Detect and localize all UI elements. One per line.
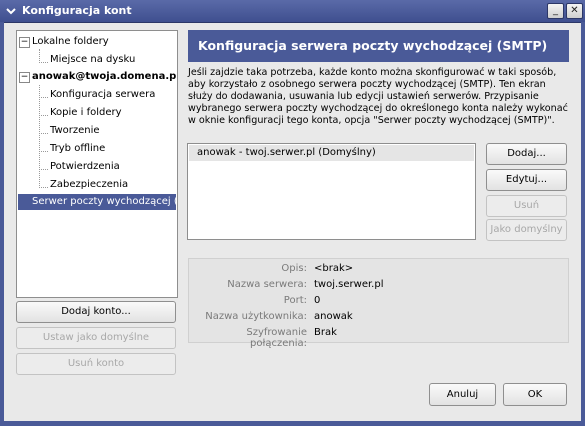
smtp-server-list[interactable]: anowak - twoj.serwer.pl (Domyślny) [187,143,476,240]
remove-server-label: Usuń [513,200,540,211]
collapse-icon[interactable]: − [19,72,30,83]
panel-header-title: Konfiguracja serwera poczty wychodzącej … [198,38,548,53]
detail-label-username: Nazwa użytkownika: [205,311,307,322]
add-account-label: Dodaj konto... [61,306,131,317]
window-frame-bottom [0,421,585,426]
tree-connector [39,115,48,116]
tree-connector [39,169,48,170]
list-item[interactable]: anowak - twoj.serwer.pl (Domyślny) [189,145,474,161]
tree-connector [39,151,48,152]
tree-item-label: Miejsce na dysku [50,54,136,65]
remove-account-label: Usuń konto [67,358,125,369]
set-default-server-label: Jako domyślny [490,224,563,235]
edit-server-label: Edytuj... [505,174,548,185]
cancel-button[interactable]: Anuluj [429,383,496,406]
add-server-button[interactable]: Dodaj... [486,143,567,165]
set-default-server-button[interactable]: Jako domyślny [486,219,567,241]
tree-item-label: Tryb offline [50,143,106,154]
window-frame-right [581,22,585,426]
title-bar: Konfiguracja kont _ ✕ [0,0,585,23]
tree-item-label: Potwierdzenia [50,161,120,172]
tree-connector [39,133,48,134]
detail-value-description: <brak> [314,263,354,274]
detail-label-server-name: Nazwa serwera: [227,279,307,290]
detail-value-username: anowak [314,311,353,322]
minimize-button[interactable]: _ [547,3,564,19]
tree-item-label: Zabezpieczenia [50,179,129,190]
tree-item-outgoing-server[interactable]: Serwer poczty wychodzącej (... [18,194,178,210]
close-icon: ✕ [570,5,579,16]
tree-item-label: Konfiguracja serwera [50,89,156,100]
window-frame-left [0,22,4,426]
detail-label-description: Opis: [281,263,307,274]
tree-connector [39,97,48,98]
add-account-button[interactable]: Dodaj konto... [16,301,176,323]
tree-item-receipts[interactable]: Potwierdzenia [50,159,120,175]
tree-item-account[interactable]: anowak@twoja.domena.pl [32,69,178,85]
server-details: Opis: <brak> Nazwa serwera: twoj.serwer.… [188,258,569,349]
tree-item-offline[interactable]: Tryb offline [50,141,105,157]
set-default-account-label: Ustaw jako domyślne [42,332,150,343]
close-button[interactable]: ✕ [566,3,583,19]
tree-item-composition[interactable]: Tworzenie [50,123,100,139]
account-tree[interactable]: − Lokalne foldery Miejsce na dysku − ano… [16,30,178,298]
cancel-label: Anuluj [446,389,479,400]
ok-button[interactable]: OK [503,383,567,406]
panel-description: Jeśli zajdzie taka potrzeba, każde konto… [188,67,568,126]
ok-label: OK [527,389,543,400]
tree-item-copies-folders[interactable]: Kopie i foldery [50,105,122,121]
minimize-icon: _ [553,5,558,16]
detail-label-port: Port: [283,295,307,306]
server-entry-label: anowak - twoj.serwer.pl (Domyślny) [197,147,376,158]
remove-account-button[interactable]: Usuń konto [16,353,176,375]
tree-item-label: Kopie i foldery [50,107,122,118]
tree-item-local-folders[interactable]: Lokalne foldery [32,34,109,50]
tree-item-label: Lokalne foldery [32,36,109,47]
detail-value-encryption: Brak [314,327,337,338]
detail-value-port: 0 [314,295,321,306]
edit-server-button[interactable]: Edytuj... [486,169,567,191]
chevron-down-icon[interactable] [3,3,19,19]
tree-connector [39,62,48,63]
detail-label-encryption: Szyfrowanie połączenia: [246,327,307,349]
tree-item-label: Tworzenie [50,125,100,136]
tree-item-disk-space[interactable]: Miejsce na dysku [50,52,135,68]
tree-connector [39,85,40,188]
tree-item-security[interactable]: Zabezpieczenia [50,177,128,193]
window-title: Konfiguracja kont [22,4,132,17]
collapse-icon[interactable]: − [19,37,30,48]
tree-item-label: Serwer poczty wychodzącej (... [32,196,178,207]
detail-value-server-name: twoj.serwer.pl [314,279,384,290]
add-server-label: Dodaj... [507,148,546,159]
tree-connector [39,49,40,63]
panel-header: Konfiguracja serwera poczty wychodzącej … [188,30,569,62]
remove-server-button[interactable]: Usuń [486,195,567,217]
tree-item-server-settings[interactable]: Konfiguracja serwera [50,87,155,103]
set-default-account-button[interactable]: Ustaw jako domyślne [16,327,176,349]
tree-connector [39,187,48,188]
tree-item-label: anowak@twoja.domena.pl [32,71,178,82]
